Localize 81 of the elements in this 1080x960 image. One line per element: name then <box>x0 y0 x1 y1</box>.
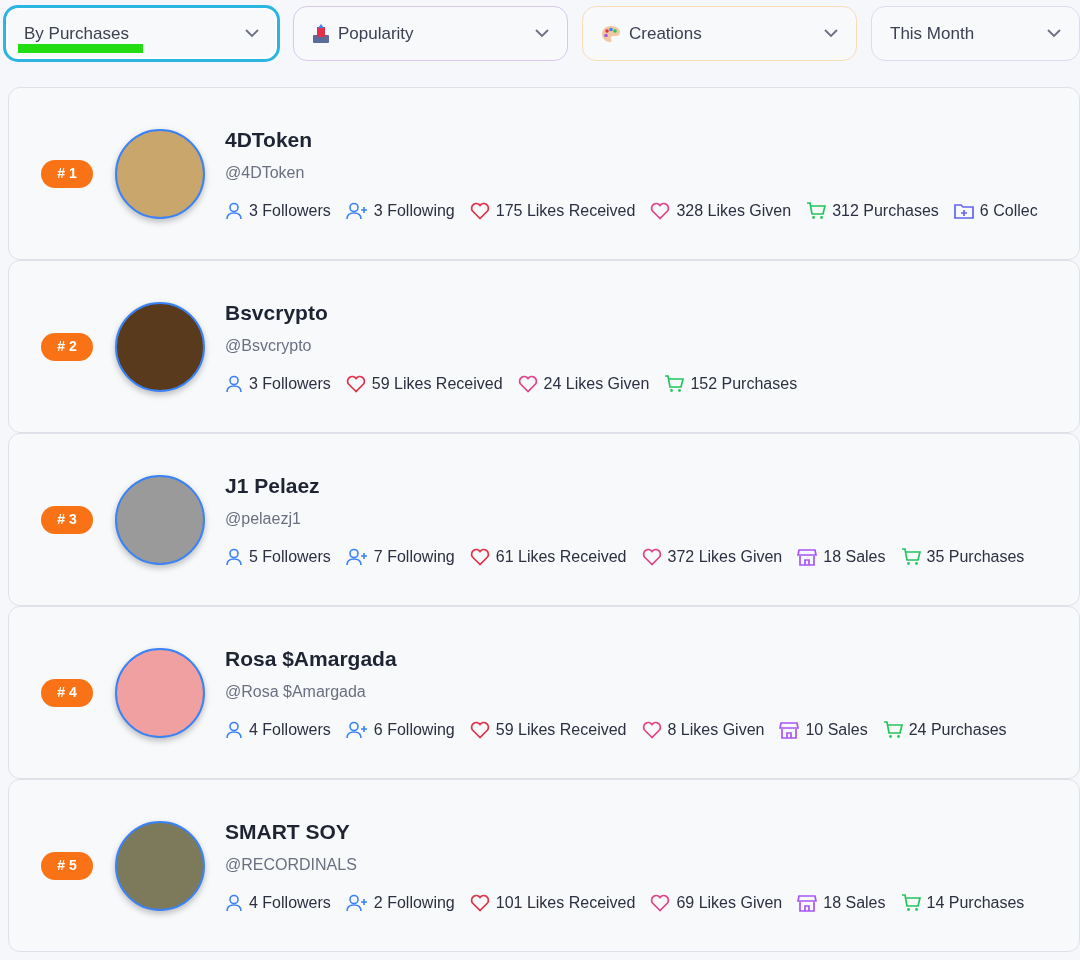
stat-label: 18 Sales <box>823 893 886 914</box>
stat-label: 69 Likes Given <box>676 893 783 914</box>
stat-label: 6 Collec <box>979 201 1038 222</box>
cart-icon <box>806 202 827 221</box>
heart-icon <box>345 375 366 394</box>
chevron-down-icon <box>535 29 549 38</box>
user-name[interactable]: Bsvcrypto <box>225 296 798 329</box>
stat-label: 152 Purchases <box>690 374 798 395</box>
rank-badge: # 4 <box>41 678 93 707</box>
heart-icon <box>641 548 662 567</box>
user-handle: @RECORDINALS <box>225 855 358 876</box>
stat-label: 35 Purchases <box>926 547 1025 568</box>
filter-dropdown[interactable]: By Purchases <box>4 6 279 61</box>
stat-label: 175 Likes Received <box>495 201 636 222</box>
stat-label: 312 Purchases <box>832 201 939 222</box>
stat-label: 3 Followers <box>249 201 331 222</box>
stat-label: 59 Likes Received <box>371 374 503 395</box>
stat-label: 7 Following <box>373 547 455 568</box>
stat-label: 59 Likes Received <box>495 720 627 741</box>
stat-label: 8 Likes Given <box>667 720 765 741</box>
chevron-down-icon <box>824 29 838 38</box>
stat-label: 3 Followers <box>249 374 331 395</box>
stat-label: 5 Followers <box>249 547 331 568</box>
user-handle: @pelaezj1 <box>225 509 302 530</box>
rank-badge: # 1 <box>41 159 93 188</box>
store-icon <box>797 548 818 567</box>
heart-icon <box>517 375 538 394</box>
person-plus-icon <box>345 721 368 740</box>
user-name[interactable]: 4DToken <box>225 123 1038 156</box>
stat-label: 101 Likes Received <box>495 893 636 914</box>
person-icon <box>225 375 243 394</box>
stat-label: 4 Followers <box>249 720 331 741</box>
store-icon <box>779 721 800 740</box>
store-icon <box>797 894 818 913</box>
stat-label: 24 Likes Given <box>543 374 650 395</box>
stat-label: 2 Following <box>373 893 455 914</box>
stat-label: 6 Following <box>373 720 455 741</box>
person-icon <box>225 202 243 221</box>
stat-label: 61 Likes Received <box>495 547 627 568</box>
filter-dropdown[interactable]: This Month <box>871 6 1080 61</box>
stat-label: 14 Purchases <box>926 893 1025 914</box>
cart-icon <box>900 894 921 913</box>
cart-icon <box>900 548 921 567</box>
filter-dropdown[interactable]: Creations <box>582 6 857 61</box>
stat-label: 4 Followers <box>249 893 331 914</box>
person-plus-icon <box>345 202 368 221</box>
stat-label: 328 Likes Given <box>676 201 792 222</box>
palette-icon <box>601 24 621 43</box>
rank-badge: # 2 <box>41 332 93 361</box>
chevron-down-icon <box>1047 29 1061 38</box>
heart-icon <box>641 721 662 740</box>
folder-plus-icon <box>953 202 974 221</box>
person-plus-icon <box>345 548 368 567</box>
person-icon <box>225 548 243 567</box>
heart-icon <box>469 894 490 913</box>
cart-icon <box>664 375 685 394</box>
user-name[interactable]: Rosa $Amargada <box>225 642 1007 675</box>
person-plus-icon <box>345 894 368 913</box>
rank-badge: # 3 <box>41 505 93 534</box>
heart-icon <box>469 548 490 567</box>
heart-icon <box>469 721 490 740</box>
stat-label: 3 Following <box>373 201 455 222</box>
heart-icon <box>650 894 671 913</box>
stat-label: 24 Purchases <box>908 720 1007 741</box>
chevron-down-icon <box>245 29 259 38</box>
user-name[interactable]: J1 Pelaez <box>225 469 1025 502</box>
person-icon <box>225 721 243 740</box>
heart-icon <box>650 202 671 221</box>
cart-icon <box>882 721 903 740</box>
person-icon <box>225 894 243 913</box>
rank-badge: # 5 <box>41 851 93 880</box>
heart-icon <box>469 202 490 221</box>
stat-label: 10 Sales <box>805 720 868 741</box>
user-handle: @Rosa $Amargada <box>225 682 367 703</box>
user-handle: @4DToken <box>225 163 306 184</box>
user-name[interactable]: SMART SOY <box>225 815 1025 848</box>
stat-label: 18 Sales <box>823 547 886 568</box>
filter-dropdown[interactable]: Popularity <box>293 6 568 61</box>
user-handle: @Bsvcrypto <box>225 336 313 357</box>
stat-label: 372 Likes Given <box>667 547 783 568</box>
podium-icon <box>312 23 330 44</box>
